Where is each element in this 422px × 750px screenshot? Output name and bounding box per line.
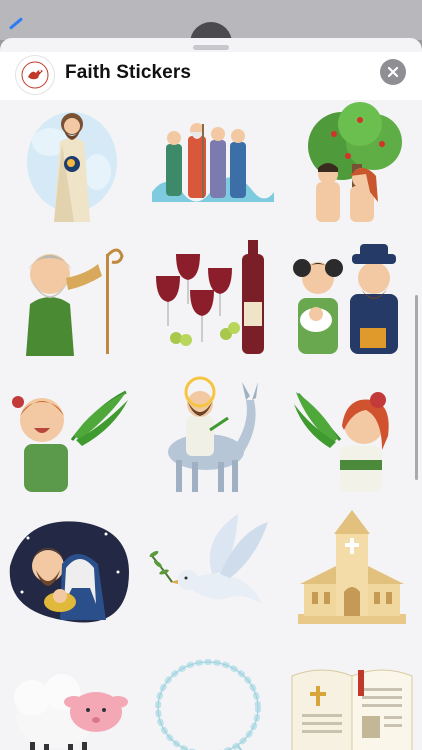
jesus-donkey-sticker[interactable] <box>142 370 282 498</box>
family-baby-sticker[interactable] <box>282 234 422 362</box>
close-icon <box>387 66 399 78</box>
background-app-peek <box>0 0 422 52</box>
girl-palm-sticker[interactable] <box>282 370 422 498</box>
shepherd-horn-sticker[interactable] <box>2 234 142 362</box>
close-button[interactable] <box>380 59 406 85</box>
prophets-group-sticker[interactable] <box>142 102 282 230</box>
holy-family-night-sticker[interactable] <box>2 508 142 636</box>
sheet-header: Faith Stickers <box>0 52 422 100</box>
lamb-sticker[interactable] <box>2 646 142 750</box>
sticker-sheet: Faith Stickers <box>0 38 422 750</box>
rosary-sticker[interactable] <box>142 646 282 750</box>
jesus-sticker[interactable] <box>2 102 142 230</box>
adam-eve-tree-sticker[interactable] <box>282 102 422 230</box>
app-title: Faith Stickers <box>65 62 192 83</box>
sheet-grabber[interactable] <box>193 45 229 50</box>
boy-palm-sticker[interactable] <box>2 370 142 498</box>
back-chevron-icon <box>8 17 24 30</box>
wine-glasses-sticker[interactable] <box>142 234 282 362</box>
scrollbar[interactable] <box>415 295 418 480</box>
open-bible-sticker[interactable] <box>282 646 422 750</box>
dove-olive-sticker[interactable] <box>142 508 282 636</box>
dove-logo-icon[interactable] <box>15 55 55 95</box>
church-sticker[interactable] <box>282 508 422 636</box>
